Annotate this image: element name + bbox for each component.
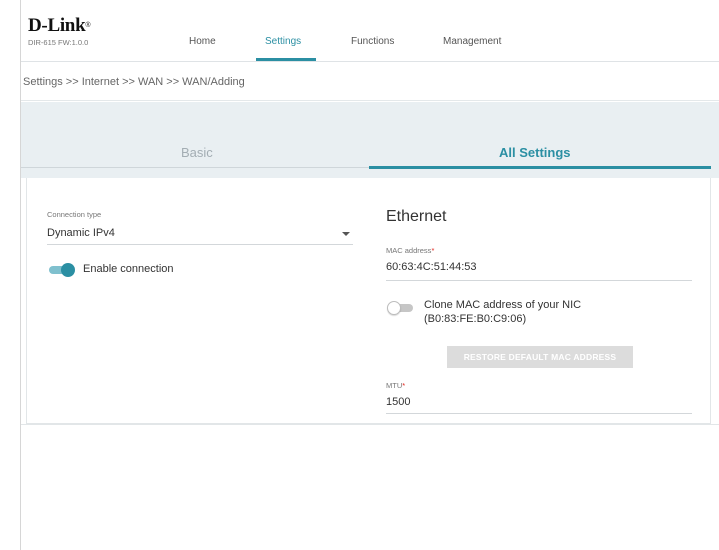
settings-card	[26, 178, 711, 424]
chevron-down-icon[interactable]	[342, 232, 350, 236]
nav-active-indicator	[256, 58, 316, 61]
mac-address-field[interactable]: 60:63:4C:51:44:53	[386, 261, 477, 273]
enable-connection-toggle[interactable]	[47, 263, 75, 277]
tab-divider	[21, 167, 369, 168]
connection-type-underline	[47, 244, 353, 245]
top-header: D-Link® DIR-615 FW:1.0.0 Home Settings F…	[21, 0, 719, 62]
clone-mac-toggle[interactable]	[387, 301, 415, 315]
connection-type-select[interactable]: Dynamic IPv4	[47, 227, 115, 239]
page-frame: D-Link® DIR-615 FW:1.0.0 Home Settings F…	[20, 0, 719, 550]
mac-address-underline	[386, 280, 692, 281]
clone-mac-label: Clone MAC address of your NIC	[424, 299, 582, 311]
mtu-field[interactable]: 1500	[386, 396, 410, 408]
mtu-underline	[386, 413, 692, 414]
toggle-knob	[61, 263, 75, 277]
clone-mac-value: (B0:83:FE:B0:C9:06)	[424, 313, 527, 325]
tab-basic[interactable]: Basic	[181, 145, 213, 160]
card-bottom-border	[21, 424, 719, 425]
firmware-model: DIR-615 FW:1.0.0	[28, 38, 89, 47]
ethernet-title: Ethernet	[386, 208, 447, 225]
enable-connection-label: Enable connection	[83, 263, 174, 275]
restore-default-mac-button[interactable]: RESTORE DEFAULT MAC ADDRESS	[447, 346, 633, 368]
dlink-logo[interactable]: D-Link®	[28, 16, 90, 35]
breadcrumb: Settings >> Internet >> WAN >> WAN/Addin…	[23, 76, 245, 88]
required-marker: *	[431, 246, 435, 255]
nav-settings[interactable]: Settings	[265, 36, 301, 47]
nav-functions[interactable]: Functions	[351, 36, 394, 47]
required-marker: *	[402, 381, 406, 390]
mtu-label: MTU*	[386, 381, 406, 390]
tab-active-indicator	[369, 166, 711, 169]
nav-management[interactable]: Management	[443, 36, 501, 47]
connection-type-label: Connection type	[47, 210, 102, 219]
breadcrumb-bar: Settings >> Internet >> WAN >> WAN/Addin…	[21, 63, 719, 101]
nav-home[interactable]: Home	[189, 36, 216, 47]
toggle-knob	[387, 301, 401, 315]
tab-all-settings[interactable]: All Settings	[499, 145, 571, 160]
mac-address-label: MAC address*	[386, 246, 435, 255]
